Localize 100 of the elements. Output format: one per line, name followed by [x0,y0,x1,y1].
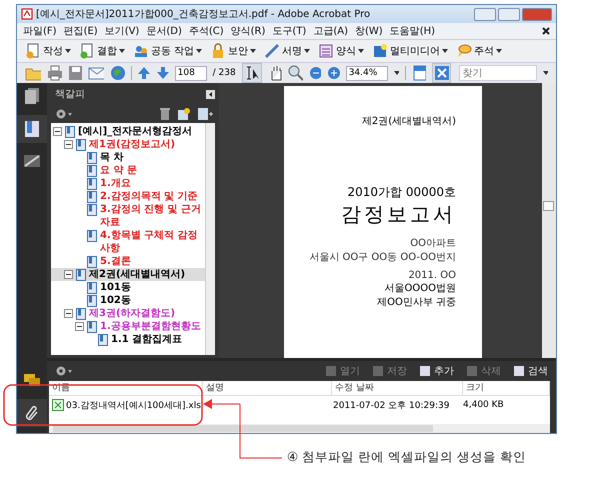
bookmark-item[interactable]: 제3권(하자결함도) [51,307,205,320]
bookmark-item[interactable]: 5.결론 [51,255,205,268]
caret-icon [304,49,310,53]
spreadsheet-file-icon [52,399,64,411]
bookmark-item[interactable]: 1.1 결함집계표 [51,333,205,346]
file-name-cell[interactable]: 03.감정내역서[예시100세대].xls [49,398,202,412]
scrollbar[interactable] [205,123,215,355]
toolbar-button[interactable]: 서명 [262,43,312,59]
toolbar-button[interactable]: 결합 [77,43,127,59]
size-cell-text: 4,400 KB [462,400,505,410]
menu-item[interactable]: 도구(T) [272,24,306,38]
caret-icon [442,49,448,53]
address-line: 서울시 OO구 OO동 OO-OO번지 [309,251,456,264]
bookmark-panel-icon[interactable] [24,120,40,138]
caret-icon [496,49,502,53]
menu-item[interactable]: 양식(R) [230,24,266,38]
bookmark-item[interactable]: 1.개요 [51,177,205,190]
page-total: / 238 [212,68,236,78]
dropdown-caret-icon[interactable] [394,71,400,75]
zoom-icon[interactable] [288,65,302,81]
close-button[interactable] [522,8,552,20]
bookmark-item[interactable]: [예시]_전자문서형감정서 [51,125,205,138]
bookmark-icon [87,256,97,268]
toolbar-button[interactable]: 주석 [454,43,504,59]
toolbar-button[interactable]: 공동 작업 [131,43,204,59]
bookmark-item[interactable]: 101동 [51,281,205,294]
attachment-tool-button[interactable]: 검색 [513,364,548,378]
callout-text: ④ 첨부파일 란에 엑셀파일의 생성을 확인 [287,449,528,466]
column-header[interactable]: 설명 [203,381,332,395]
bookmark-icon [87,165,97,177]
caret-icon [358,49,364,53]
attachment-tool-button[interactable]: 추가 [419,364,454,378]
down-arrow-icon[interactable] [156,66,169,80]
toolbar-button[interactable]: 보안 [208,43,258,59]
collapse-icon[interactable] [75,322,84,331]
gear-icon[interactable] [55,365,73,377]
collapse-icon[interactable] [64,309,73,318]
caret-icon [119,49,125,53]
toolbar-button[interactable]: 양식 [316,43,366,59]
bookmark-item[interactable]: 102동 [51,294,205,307]
speech-bubble-icon [456,43,472,59]
bookmark-options-icon[interactable] [197,107,213,121]
column-header[interactable]: 크기 [463,381,550,395]
bookmark-icon [65,126,75,138]
caret-icon [65,49,71,53]
bookmark-icon [76,308,86,320]
court-name: 서울OOOO법원 [384,282,456,295]
collapse-panel-icon[interactable] [206,90,215,98]
bookmark-icon [98,334,108,346]
recipient-line: 제OO민사부 귀중 [377,296,456,309]
bookmark-item[interactable]: 제1권(감정보고서) [51,138,205,151]
up-arrow-icon[interactable] [137,66,150,80]
menu-item[interactable]: 창(W) [355,24,383,38]
volume-heading: 제2권(세대별내역서) [362,115,456,128]
bookmark-item[interactable]: 3.감정의 진행 및 근거자료 [51,203,205,229]
bookmark-item[interactable]: 4.항목별 구체적 감정사항 [51,229,205,255]
bookmark-item[interactable]: 1.공용부분결함현황도 [51,320,205,333]
globe-icon[interactable] [110,65,125,81]
envelope-icon[interactable] [88,65,104,81]
menu-item[interactable]: 파일(F) [23,24,57,38]
printer-icon[interactable] [47,65,62,81]
menu-item[interactable]: 편집(E) [64,24,98,38]
trash-icon[interactable] [159,107,171,121]
document-icon [25,43,41,59]
bookmark-item[interactable]: 제2권(세대별내역서) [51,268,205,281]
dropdown-caret-icon[interactable] [542,71,548,75]
bookmark-item[interactable]: 2.감정의목적 및 기준 [51,190,205,203]
save-icon[interactable] [68,65,82,81]
collapse-icon[interactable] [64,270,73,279]
zoom-in-icon[interactable] [327,66,340,80]
collapse-icon[interactable] [64,140,73,149]
bookmark-icon [87,152,97,164]
bookmark-item[interactable]: 목 차 [51,151,205,164]
menu-item[interactable]: 주석(C) [188,24,224,38]
toolbar-button[interactable]: 작성 [23,43,73,59]
fit-page-icon[interactable] [412,65,426,81]
scrollbar[interactable] [49,424,550,433]
bookmark-item[interactable]: 요 약 문 [51,164,205,177]
collapse-icon[interactable] [53,127,62,136]
zoom-out-icon[interactable] [308,66,322,80]
bookmark-icon [87,204,97,216]
menu-item[interactable]: 고급(A) [313,24,348,38]
report-title: 감정보고서 [341,201,456,228]
page-number-field[interactable]: 108 [174,66,207,80]
column-header[interactable]: 수정 날짜 [332,381,463,395]
maximize-button[interactable] [498,8,520,20]
new-bookmark-icon[interactable] [177,107,191,121]
zoom-field[interactable]: 34.4% [346,66,388,80]
pages-icon[interactable] [24,87,40,105]
menu-item[interactable]: 도움말(H) [390,24,436,38]
paperclip-icon[interactable] [24,404,40,422]
menu-item[interactable]: 보기(V) [104,24,140,38]
close-icon[interactable] [542,27,550,35]
scrollbar[interactable] [542,83,556,358]
minimize-button[interactable] [474,8,496,20]
menu-item[interactable]: 문서(D) [146,24,182,38]
text-cursor-icon[interactable] [242,63,262,83]
find-field[interactable]: 찾기 [458,65,537,81]
gear-icon[interactable] [55,108,73,120]
toolbar-button[interactable]: 멀티미디어 [370,43,450,59]
